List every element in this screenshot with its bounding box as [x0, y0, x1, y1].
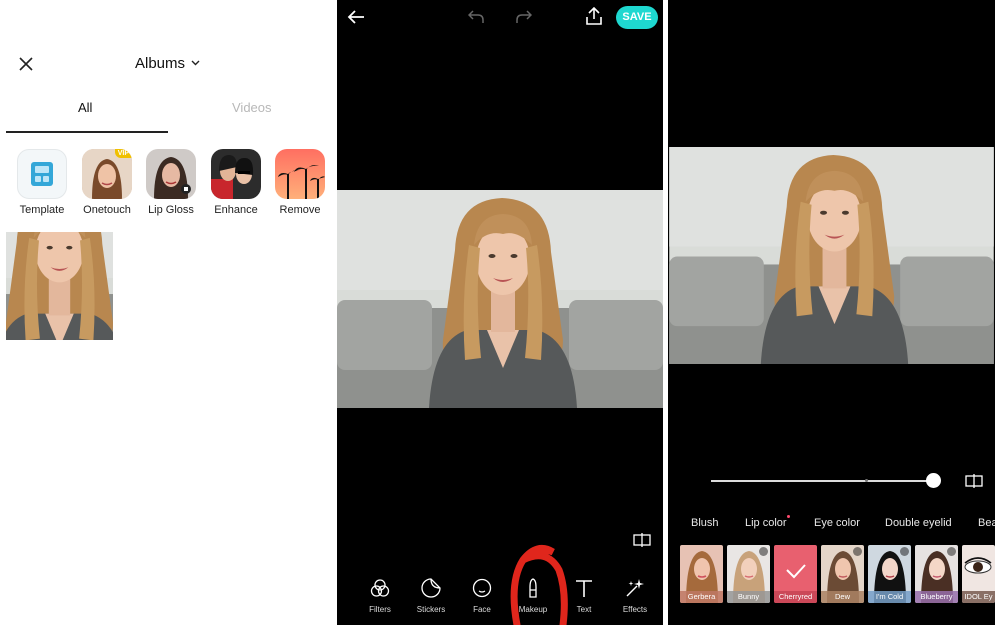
template-icon: [17, 149, 67, 199]
download-icon: [853, 547, 862, 556]
download-icon: [947, 547, 956, 556]
style-swatch-idol-eyes[interactable]: IDOL Ey: [962, 545, 995, 603]
tool-effects[interactable]: Effects: [610, 578, 660, 614]
style-label: IDOL Ey: [962, 591, 995, 603]
filters-icon: [370, 579, 390, 597]
tool-enhance[interactable]: Enhance: [204, 149, 268, 216]
tool-label: Face: [473, 605, 491, 614]
compare-icon[interactable]: [633, 533, 651, 547]
slider-midpoint: [865, 479, 868, 482]
editor-panel: SAVE Filters Stickers Face Makeup Text E…: [337, 0, 663, 625]
makeup-panel: Blush Lip color Eye color Double eyelid …: [668, 0, 995, 625]
style-swatch-gerbera[interactable]: Gerbera: [680, 545, 723, 603]
compare-icon[interactable]: [965, 474, 983, 488]
tool-label: Lip Gloss: [148, 204, 194, 216]
style-swatch-im-cold[interactable]: I'm Cold: [868, 545, 911, 603]
tool-label: Remove: [279, 204, 321, 216]
download-icon: [759, 547, 768, 556]
effects-icon: [626, 579, 644, 597]
back-arrow-icon[interactable]: [347, 9, 365, 25]
photo-preview[interactable]: [668, 147, 995, 364]
album-selector[interactable]: Albums: [0, 55, 335, 72]
palm-trees-thumbnail: [275, 149, 325, 199]
tool-label: Template: [19, 204, 65, 216]
tool-label: Text: [576, 605, 592, 614]
tool-label: Enhance: [214, 204, 258, 216]
tool-filters[interactable]: Filters: [355, 578, 405, 614]
tool-face[interactable]: Face: [457, 578, 507, 614]
style-swatch-cherryred-selected[interactable]: Cherryred: [774, 545, 817, 603]
category-eye-color[interactable]: Eye color: [814, 517, 860, 529]
tab-videos[interactable]: Videos: [232, 100, 272, 115]
tool-text[interactable]: Text: [559, 578, 609, 614]
tool-onetouch[interactable]: VIP Onetouch: [75, 149, 139, 216]
chevron-down-icon: [191, 60, 200, 66]
save-button[interactable]: SAVE: [616, 6, 658, 29]
tool-label: Effects: [622, 605, 648, 614]
photo-canvas[interactable]: [337, 190, 663, 408]
style-label: I'm Cold: [868, 591, 911, 603]
redo-icon[interactable]: [516, 10, 532, 24]
category-lip-color[interactable]: Lip color: [745, 517, 787, 529]
style-label: Bunny: [727, 591, 770, 603]
onetouch-thumbnail: VIP: [82, 149, 132, 199]
makeup-icon: [529, 578, 537, 598]
style-label: Blueberry: [915, 591, 958, 603]
album-title: Albums: [134, 55, 186, 72]
tool-label: Filters: [369, 605, 391, 614]
photo-thumbnail[interactable]: [6, 232, 113, 340]
tool-template[interactable]: Template: [10, 149, 74, 216]
face-icon: [472, 578, 492, 598]
style-swatch-dew[interactable]: Dew: [821, 545, 864, 603]
gallery-panel: Albums All Videos Template VIP Onetouch: [0, 0, 335, 625]
share-icon[interactable]: [585, 7, 603, 25]
text-icon: [576, 580, 592, 597]
style-label: Dew: [821, 591, 864, 603]
tab-all[interactable]: All: [78, 100, 92, 115]
category-double-eyelid[interactable]: Double eyelid: [885, 517, 952, 529]
undo-icon[interactable]: [468, 10, 484, 24]
category-blush[interactable]: Blush: [691, 517, 719, 529]
style-swatch-bunny[interactable]: Bunny: [727, 545, 770, 603]
tool-makeup[interactable]: Makeup: [508, 578, 558, 614]
tab-underline: [6, 131, 168, 133]
tool-lip-gloss[interactable]: Lip Gloss: [139, 149, 203, 216]
style-swatch-blueberry[interactable]: Blueberry: [915, 545, 958, 603]
style-label: Gerbera: [680, 591, 723, 603]
lip-gloss-thumbnail: [146, 149, 196, 199]
download-icon: [900, 547, 909, 556]
new-indicator-dot: [787, 515, 790, 518]
vip-badge: VIP: [114, 149, 132, 158]
style-label: Cherryred: [774, 591, 817, 603]
checkmark-icon: [786, 564, 806, 579]
tool-label: Stickers: [416, 605, 446, 614]
tool-stickers[interactable]: Stickers: [406, 578, 456, 614]
intensity-slider-track[interactable]: [711, 480, 933, 482]
enhance-thumbnail: [211, 149, 261, 199]
tool-label: Makeup: [518, 605, 548, 614]
intensity-slider-knob[interactable]: [926, 473, 941, 488]
tool-label: Onetouch: [83, 204, 131, 216]
category-beauty[interactable]: Bea: [978, 517, 995, 529]
tool-remove[interactable]: Remove: [268, 149, 332, 216]
stickers-icon: [421, 578, 441, 598]
